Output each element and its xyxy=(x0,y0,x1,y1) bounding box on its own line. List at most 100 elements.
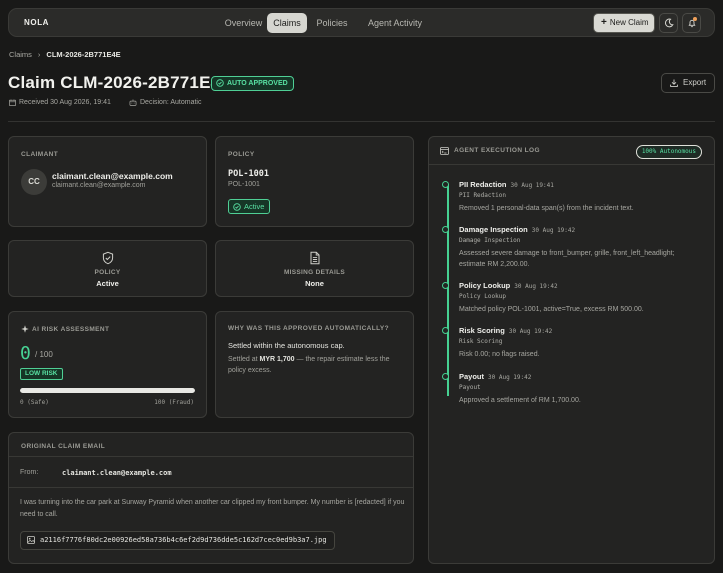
email-card: ORIGINAL CLAIM EMAIL From: claimant.clea… xyxy=(8,432,414,564)
divider xyxy=(8,121,715,122)
nav-tab-policies[interactable]: Policies xyxy=(311,13,353,33)
risk-max-label: 100 (Fraud) xyxy=(154,399,194,406)
why-approved-card: WHY WAS THIS APPROVED AUTOMATICALLY? Set… xyxy=(215,311,414,418)
theme-toggle-button[interactable] xyxy=(659,13,678,33)
received-meta: Received 30 Aug 2026, 19:41 xyxy=(9,99,111,106)
check-circle-icon xyxy=(233,203,241,211)
attachment-chip[interactable]: a2116f7776f80dc2e00926ed58a736b4c6ef2d9d… xyxy=(20,531,335,550)
event-title-text: Payout xyxy=(459,372,485,381)
document-icon xyxy=(310,251,319,265)
calendar-icon xyxy=(9,99,16,106)
timeline-dot xyxy=(442,181,449,188)
event-title: PII Redaction 30 Aug 19:41 xyxy=(459,180,554,189)
claimant-email: claimant.clean@example.com xyxy=(52,171,173,181)
new-claim-button[interactable]: + New Claim xyxy=(593,13,655,33)
check-circle-icon xyxy=(216,79,224,87)
event-code: Payout xyxy=(459,384,481,391)
risk-card: AI RISK ASSESSMENT 0 / 100 LOW RISK 0 (S… xyxy=(8,311,207,418)
timeline-dot xyxy=(442,327,449,334)
received-text: Received 30 Aug 2026, 19:41 xyxy=(19,99,111,106)
shield-check-icon xyxy=(102,251,113,265)
event-desc: Approved a settlement of RM 1,700.00. xyxy=(459,397,581,404)
attachment-filename: a2116f7776f80dc2e00926ed58a736b4c6ef2d9d… xyxy=(40,536,327,544)
risk-score: 0 xyxy=(20,343,31,364)
execution-log-card: AGENT EXECUTION LOG 100% Autonomous PII … xyxy=(428,136,715,564)
event-code: Risk Scoring xyxy=(459,338,503,345)
event-time: 30 Aug 19:42 xyxy=(508,328,553,335)
breadcrumb-claims[interactable]: Claims xyxy=(9,50,32,59)
notification-dot xyxy=(693,17,697,21)
event-time: 30 Aug 19:42 xyxy=(488,374,532,381)
email-header: ORIGINAL CLAIM EMAIL xyxy=(9,433,413,457)
from-label: From: xyxy=(20,469,39,476)
autonomous-badge: 100% Autonomous xyxy=(635,145,702,159)
terminal-icon xyxy=(440,147,449,155)
risk-label: AI RISK ASSESSMENT xyxy=(32,326,110,333)
decision-meta: Decision: Automatic xyxy=(129,99,201,106)
policy-card: POLICY POL-1001 POL-1001 Active xyxy=(215,136,414,227)
missing-details-card: MISSING DETAILS None xyxy=(215,240,414,297)
status-badge: AUTO APPROVED xyxy=(211,76,294,91)
nav-tab-claims[interactable]: Claims xyxy=(267,13,307,33)
log-title: AGENT EXECUTION LOG xyxy=(454,147,540,154)
chevron-right-icon: › xyxy=(37,50,41,59)
risk-bar-track xyxy=(20,388,195,393)
moon-icon xyxy=(665,18,674,28)
claimant-card: CLAIMANT CC claimant.clean@example.com c… xyxy=(8,136,207,227)
new-claim-label: New Claim xyxy=(609,18,649,27)
risk-bar-fill xyxy=(20,388,195,393)
stat-missing-label: MISSING DETAILS xyxy=(283,269,346,276)
policy-sub: POL-1001 xyxy=(228,181,260,188)
email-from-row: From: claimant.clean@example.com xyxy=(9,457,413,488)
why-label: WHY WAS THIS APPROVED AUTOMATICALLY? xyxy=(228,325,390,332)
event-title: Policy Lookup 30 Aug 19:42 xyxy=(459,281,558,290)
status-label: AUTO APPROVED xyxy=(227,80,288,87)
brand-logo[interactable]: NOLA xyxy=(24,18,49,27)
timeline-line xyxy=(447,184,449,396)
event-desc: Matched policy POL-1001, active=True, ex… xyxy=(459,306,644,313)
timeline-dot xyxy=(442,282,449,289)
event-time: 30 Aug 19:42 xyxy=(531,227,576,234)
event-time: 30 Aug 19:41 xyxy=(510,182,554,189)
event-desc: Assessed severe damage to front_bumper, … xyxy=(459,250,675,268)
plus-icon: + xyxy=(601,17,607,28)
event-desc: Risk 0.00; no flags raised. xyxy=(459,351,540,358)
why-sub-prefix: Settled at xyxy=(228,356,260,363)
image-icon xyxy=(27,536,35,544)
event-title: Risk Scoring 30 Aug 19:42 xyxy=(459,326,552,335)
policy-number[interactable]: POL-1001 xyxy=(228,169,269,179)
nav-tab-agent-activity[interactable]: Agent Activity xyxy=(357,13,433,33)
event-time: 30 Aug 19:42 xyxy=(514,283,558,290)
download-icon xyxy=(670,79,678,87)
why-sub-text: Settled at MYR 1,700 — the repair estima… xyxy=(228,354,408,376)
from-value: claimant.clean@example.com xyxy=(62,469,172,477)
risk-score-max: / 100 xyxy=(35,350,53,359)
export-label: Export xyxy=(683,78,707,87)
timeline-dot xyxy=(442,373,449,380)
export-button[interactable]: Export xyxy=(661,73,715,93)
why-amount: MYR 1,700 xyxy=(259,356,295,363)
email-body: I was turning into the car park at Sunwa… xyxy=(20,499,405,518)
email-label: ORIGINAL CLAIM EMAIL xyxy=(21,443,106,450)
log-header: AGENT EXECUTION LOG 100% Autonomous xyxy=(429,137,714,165)
event-code: PII Redaction xyxy=(459,192,506,199)
event-title-text: Damage Inspection xyxy=(459,225,528,234)
page-title: Claim CLM-2026-2B771E4E xyxy=(8,73,232,92)
nav-tab-overview[interactable]: Overview xyxy=(221,13,266,33)
risk-level-badge: LOW RISK xyxy=(20,368,63,380)
event-code: Policy Lookup xyxy=(459,293,506,300)
event-title-text: PII Redaction xyxy=(459,180,507,189)
policy-status-label: Active xyxy=(244,202,265,211)
robot-icon xyxy=(129,99,137,106)
policy-label: POLICY xyxy=(228,151,255,158)
risk-min-label: 0 (Safe) xyxy=(20,399,49,406)
timeline-dot xyxy=(442,226,449,233)
event-title: Damage Inspection 30 Aug 19:42 xyxy=(459,225,575,234)
top-nav: NOLA Overview Claims Policies Agent Acti… xyxy=(8,8,715,37)
breadcrumb: Claims › CLM-2026-2B771E4E xyxy=(9,50,121,59)
notifications-button[interactable] xyxy=(682,13,701,33)
event-code: Damage Inspection xyxy=(459,237,521,244)
policy-stat-card: POLICY Active xyxy=(8,240,207,297)
claimant-label: CLAIMANT xyxy=(21,151,59,158)
event-title-text: Policy Lookup xyxy=(459,281,511,290)
